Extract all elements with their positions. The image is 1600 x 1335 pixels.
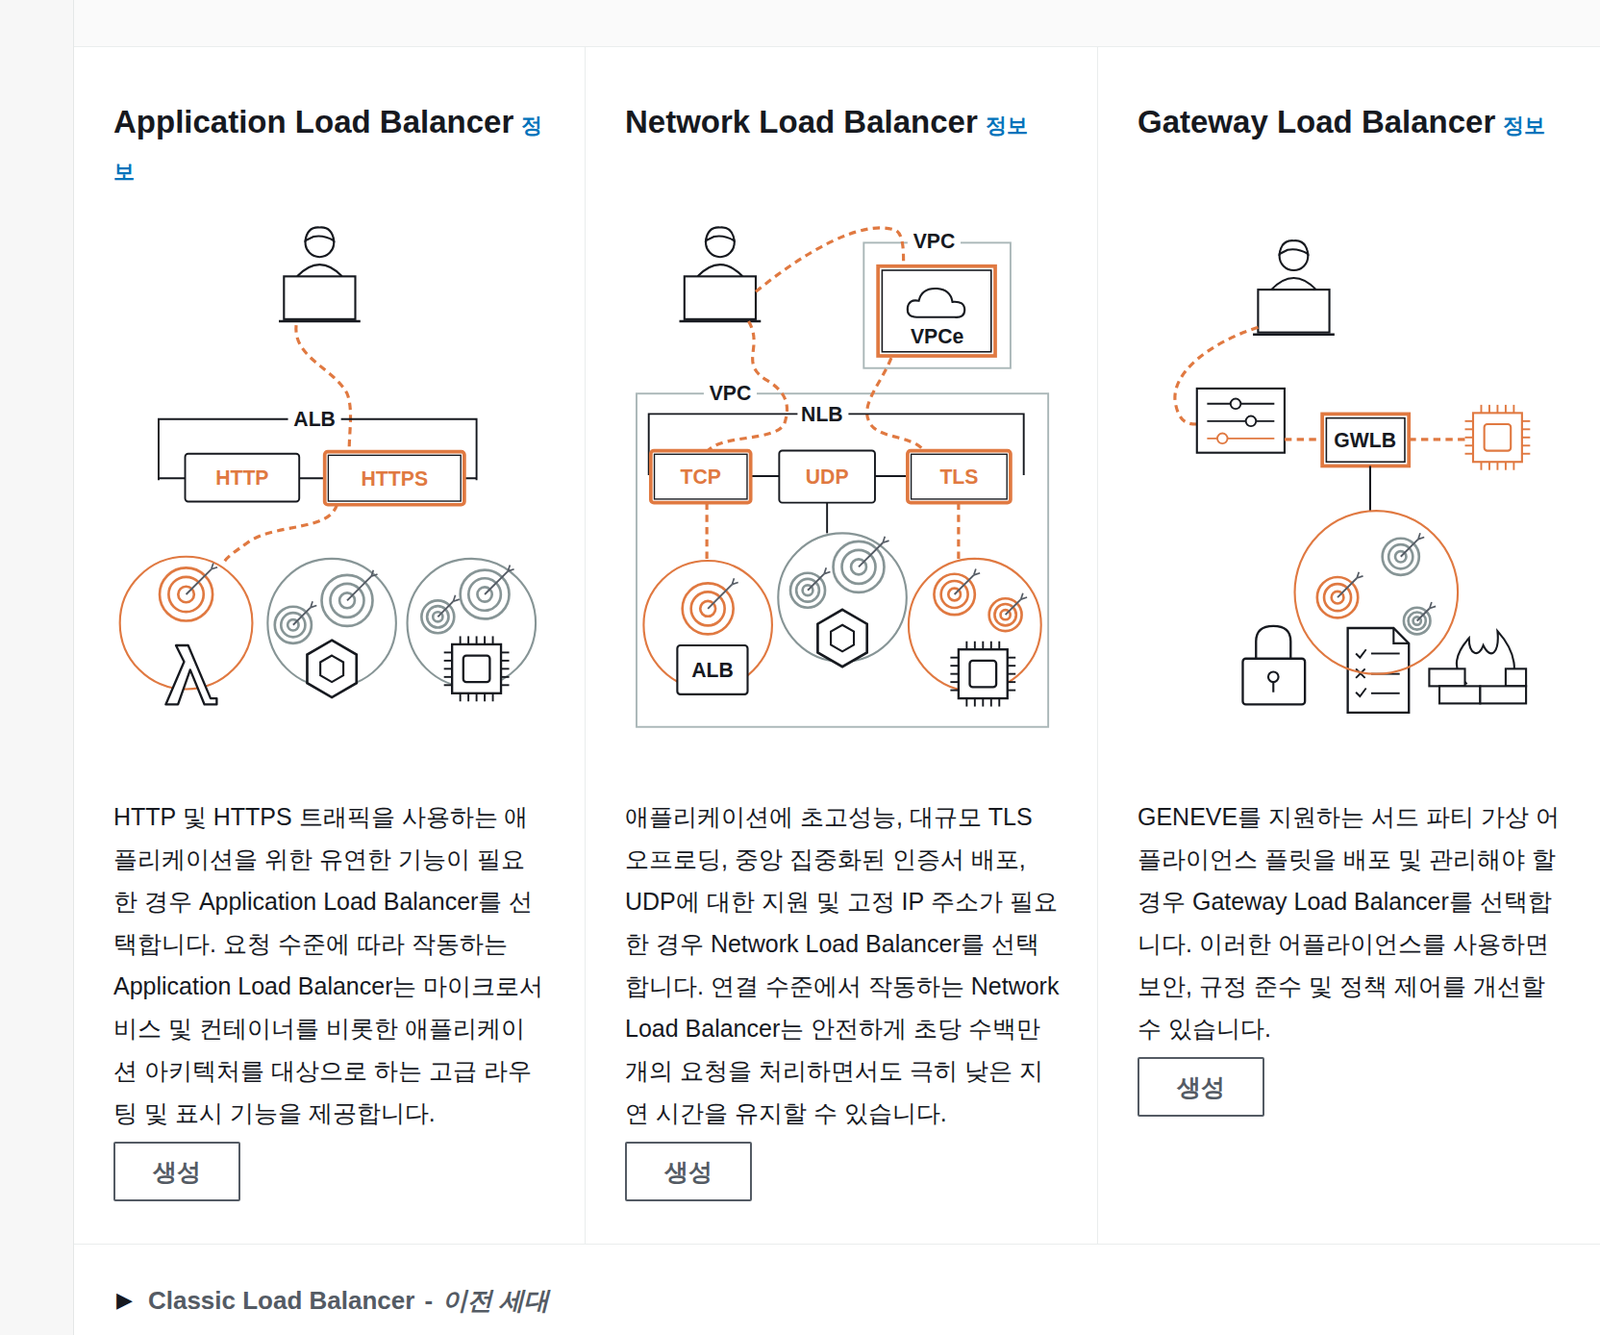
target-icon <box>989 593 1027 631</box>
card-description: 애플리케이션에 초고성능, 대규모 TLS 오프로딩, 중앙 집중화된 인증서 … <box>625 795 1061 1134</box>
vpc-endpoint-box <box>877 266 996 356</box>
target-icon <box>1317 572 1364 619</box>
target-icon <box>159 562 218 621</box>
endpoint-vpc-label: VPC <box>913 229 956 252</box>
target-icon <box>833 536 890 593</box>
gwlb-label: GWLB <box>1333 428 1397 451</box>
load-balancer-card: Application Load Balancer정보 ALB HTTP HTTPS H… <box>74 47 586 1244</box>
traffic-path <box>867 357 925 450</box>
target-icon <box>933 568 980 615</box>
container-icon <box>817 609 867 667</box>
target-icon <box>682 577 739 634</box>
traffic-path <box>755 227 904 292</box>
firewall-icon <box>1428 630 1526 703</box>
classic-separator: - <box>424 1280 433 1320</box>
user-icon <box>278 226 361 322</box>
vpc-box <box>636 393 1049 727</box>
alb-label: ALB <box>293 407 336 430</box>
main-area: Application Load Balancer정보ALBHTTPHTTPSH… <box>74 0 1600 1335</box>
diagram: ALB HTTP HTTPS <box>74 204 586 746</box>
create-button[interactable]: 생성 <box>1137 1056 1265 1117</box>
page: Application Load Balancer정보ALBHTTPHTTPSH… <box>0 0 1600 1335</box>
lock-icon <box>1242 625 1305 705</box>
load-balancer-types: Application Load Balancer정보ALBHTTPHTTPSH… <box>74 47 1600 1245</box>
diagram: GWLB <box>1098 204 1600 746</box>
target-icon <box>1403 601 1436 634</box>
cloud-icon <box>907 288 965 318</box>
rules-icon <box>1197 388 1285 453</box>
target-icon <box>1382 532 1425 575</box>
card-title: Network Load Balancer 정보 <box>625 100 1028 205</box>
traffic-path <box>296 325 351 451</box>
target-icon <box>421 595 459 633</box>
listener: HTTPS <box>325 451 465 505</box>
listener: UDP <box>778 450 875 503</box>
card-title-text: Network Load Balancer <box>625 103 978 140</box>
classic-load-balancer-toggle[interactable]: ▶ Classic Load Balancer-이전 세대 <box>74 1244 1600 1320</box>
card-description: HTTP 및 HTTPS 트래픽을 사용하는 애플리케이션을 위한 유연한 기능… <box>113 795 549 1134</box>
container-icon <box>306 640 356 698</box>
info-link[interactable]: 정보 <box>1502 113 1546 138</box>
create-button[interactable]: 생성 <box>625 1141 752 1201</box>
load-balancer-card: Network Load Balancer 정보 VPC VPC VPCe NLB ALB T… <box>585 47 1099 1244</box>
target-group <box>777 532 907 662</box>
target-icon <box>275 600 318 644</box>
load-balancer-card: Gateway Load Balancer정보 GWLB GENEVE를 지원하는 … <box>1098 47 1600 1244</box>
target-icon <box>322 570 378 626</box>
card-title: Application Load Balancer정보 <box>113 100 556 205</box>
user-icon <box>1252 240 1335 335</box>
listener-label: TLS <box>939 465 978 488</box>
left-rail <box>0 0 75 1335</box>
target-group <box>1295 510 1459 675</box>
listener: TLS <box>907 450 1011 503</box>
top-band <box>74 0 1600 48</box>
target-group <box>643 560 773 690</box>
classic-note: 이전 세대 <box>442 1280 550 1320</box>
card-title: Gateway Load Balancer정보 <box>1137 100 1546 205</box>
listener: TCP <box>650 450 751 503</box>
listener: HTTP <box>185 453 300 502</box>
listener-label: HTTPS <box>361 467 428 490</box>
create-button[interactable]: 생성 <box>113 1141 241 1201</box>
classic-name[interactable]: Classic Load Balancer <box>148 1280 415 1320</box>
gwlb-diagram: GWLB <box>1175 326 1530 713</box>
lambda-icon <box>165 645 217 704</box>
alb-diagram: ALB <box>158 325 477 564</box>
appliance-chip-icon <box>1465 404 1531 471</box>
alb-target-label: ALB <box>691 658 734 681</box>
instance-chip-icon <box>444 635 510 701</box>
card-title-text: Application Load Balancer <box>113 103 514 140</box>
card-description: GENEVE를 지원하는 서드 파티 가상 어플라이언스 플릿을 배포 및 관리… <box>1137 795 1564 1050</box>
target-group <box>407 558 537 688</box>
instance-chip-icon <box>950 641 1016 707</box>
target-icon <box>790 567 830 607</box>
vpc-label: VPC <box>709 381 752 404</box>
listener-label: HTTP <box>215 466 269 489</box>
gwlb-box <box>1322 413 1409 466</box>
nlb-diagram: VPC VPC VPCe NLB <box>636 227 1049 727</box>
target-icon <box>460 564 515 619</box>
alb-target-box <box>676 645 748 695</box>
nlb-label: NLB <box>800 402 844 425</box>
info-link[interactable]: 정보 <box>985 113 1028 138</box>
listener-label: UDP <box>805 465 850 488</box>
endpoint-vpc-box <box>863 242 1011 368</box>
user-icon <box>678 226 761 322</box>
card-title-text: Gateway Load Balancer <box>1137 103 1496 140</box>
target-group <box>908 558 1042 692</box>
traffic-path <box>223 504 338 564</box>
target-group <box>267 558 397 688</box>
listener-label: TCP <box>680 465 722 488</box>
diagram: VPC VPC VPCe NLB ALB TCP UDP TLS <box>585 204 1098 746</box>
vpce-label: VPCe <box>910 325 965 348</box>
caret-icon[interactable]: ▶ <box>116 1280 133 1320</box>
traffic-path <box>707 321 787 451</box>
